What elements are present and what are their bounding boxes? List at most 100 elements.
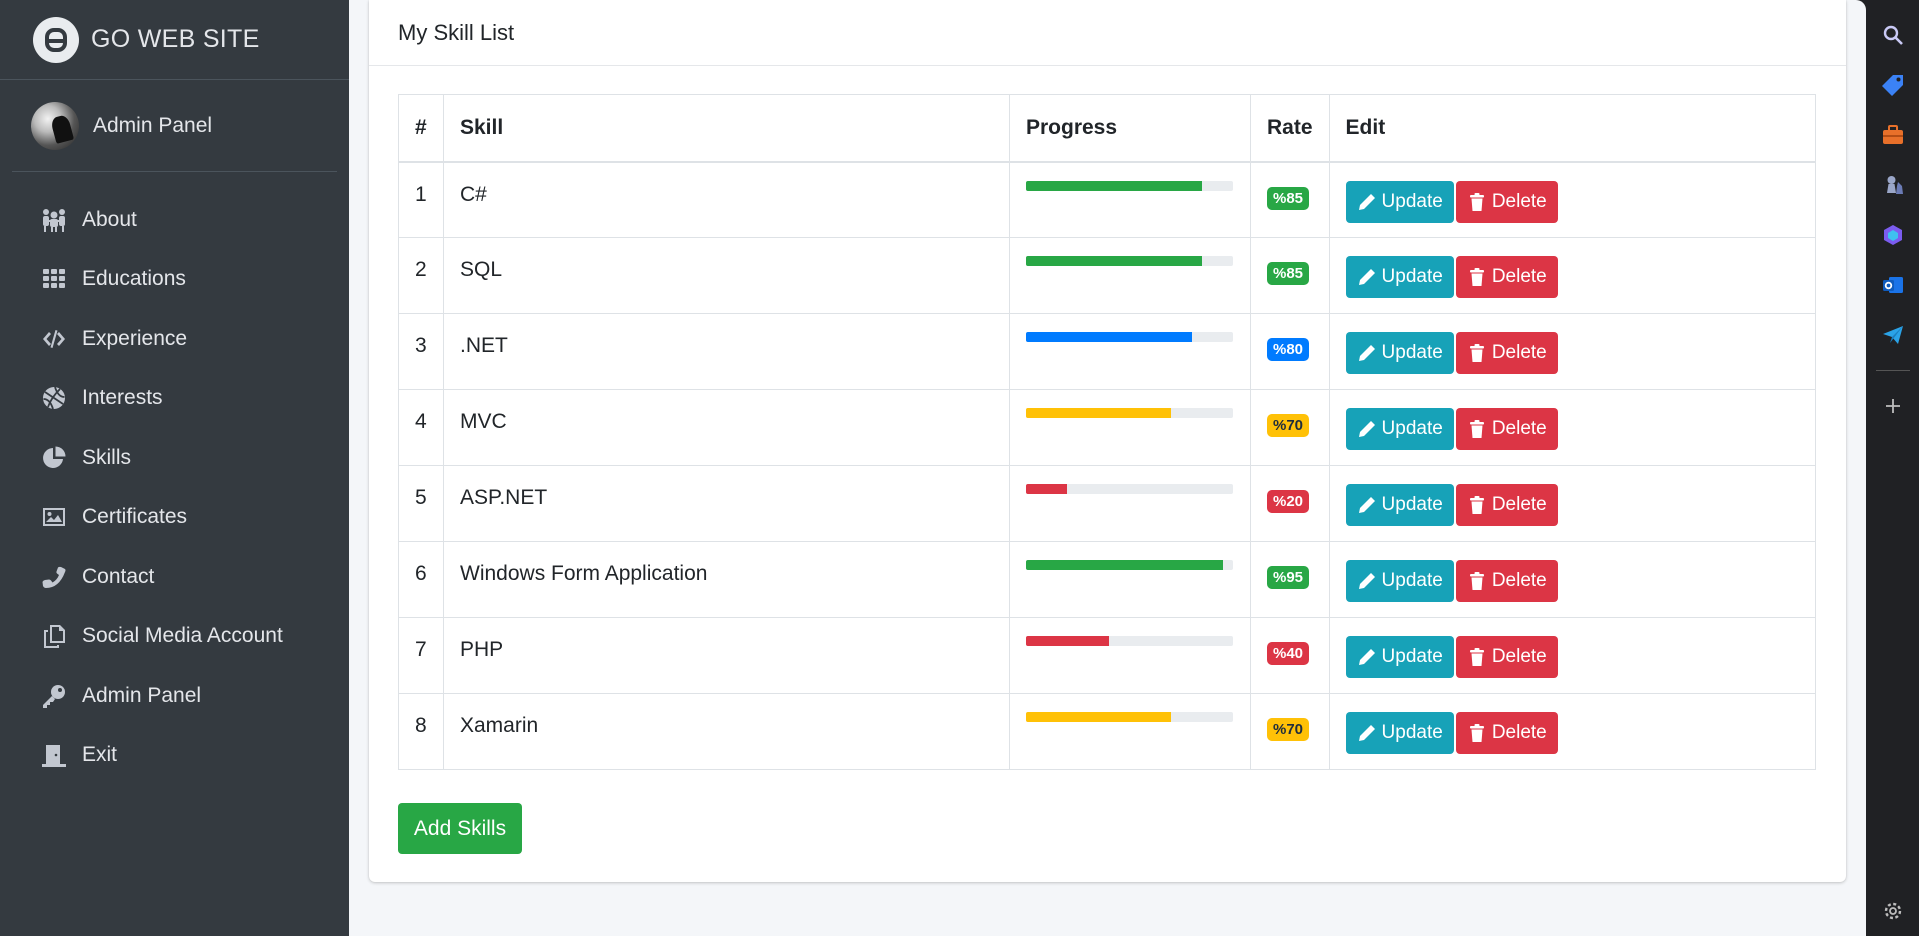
delete-button[interactable]: Delete — [1455, 484, 1558, 526]
sidebar-item-exit[interactable]: Exit — [12, 726, 337, 786]
tag-icon[interactable] — [1878, 70, 1908, 100]
image-icon — [40, 503, 68, 531]
sidebar-item-experience[interactable]: Experience — [12, 309, 337, 369]
update-button[interactable]: Update — [1345, 256, 1454, 298]
rate-cell: %70 — [1250, 693, 1330, 770]
column-header-skill: Skill — [443, 94, 1010, 163]
delete-button[interactable]: Delete — [1455, 636, 1558, 678]
rate-cell: %80 — [1250, 313, 1330, 390]
update-button[interactable]: Update — [1345, 484, 1454, 526]
update-button[interactable]: Update — [1345, 560, 1454, 602]
delete-button[interactable]: Delete — [1455, 256, 1558, 298]
sidebar-nav: About Educations Experience Interests Sk… — [0, 190, 349, 785]
sidebar-item-label: Certificates — [82, 505, 188, 529]
rate-badge: %70 — [1267, 414, 1310, 437]
sidebar-item-social-media[interactable]: Social Media Account — [12, 607, 337, 667]
sidebar-item-label: Exit — [82, 743, 118, 767]
delete-button[interactable]: Delete — [1455, 408, 1558, 450]
pencil-icon — [1357, 723, 1382, 743]
door-icon — [40, 741, 68, 769]
brand-title: GO WEB SITE — [91, 25, 260, 53]
update-label: Update — [1381, 342, 1443, 363]
rate-badge: %95 — [1267, 566, 1310, 589]
delete-label: Delete — [1491, 342, 1547, 363]
update-button[interactable]: Update — [1345, 636, 1454, 678]
update-label: Update — [1381, 494, 1443, 515]
add-skills-button[interactable]: Add Skills — [398, 803, 522, 854]
delete-button[interactable]: Delete — [1455, 180, 1558, 223]
row-index: 6 — [398, 541, 444, 618]
rate-badge: %70 — [1267, 718, 1310, 741]
outlook-icon[interactable] — [1878, 270, 1908, 300]
chess-icon[interactable] — [1878, 170, 1908, 200]
trash-icon — [1467, 723, 1492, 743]
edit-cell: Update Delete — [1328, 617, 1817, 694]
rate-badge: %20 — [1267, 490, 1310, 513]
pencil-icon — [1357, 192, 1382, 212]
table-row: 5 ASP.NET %20 Update Delete — [398, 465, 1817, 542]
edit-cell: Update Delete — [1328, 237, 1817, 314]
table-row: 1 C# %85 Update Delete — [398, 161, 1817, 238]
plus-icon[interactable] — [1878, 391, 1908, 421]
avatar — [31, 101, 79, 150]
pencil-icon — [1357, 267, 1382, 287]
column-header-progress: Progress — [1009, 94, 1251, 163]
update-label: Update — [1381, 266, 1443, 287]
progress-cell — [1009, 161, 1251, 238]
delete-label: Delete — [1491, 266, 1547, 287]
sidebar-item-contact[interactable]: Contact — [12, 547, 337, 607]
table-row: 6 Windows Form Application %95 Update Delete — [398, 541, 1817, 618]
progress-bar — [1026, 560, 1223, 570]
trash-icon — [1467, 343, 1492, 363]
sidebar-item-certificates[interactable]: Certificates — [12, 488, 337, 548]
row-index: 1 — [398, 161, 444, 238]
edit-cell: Update Delete — [1328, 161, 1817, 238]
key-icon — [40, 682, 68, 710]
delete-button[interactable]: Delete — [1455, 712, 1558, 754]
trash-icon — [1467, 192, 1492, 212]
skill-name: Windows Form Application — [443, 541, 1010, 618]
update-button[interactable]: Update — [1345, 712, 1454, 754]
skill-name: ASP.NET — [443, 465, 1010, 542]
trash-icon — [1467, 495, 1492, 515]
rate-cell: %85 — [1250, 237, 1330, 314]
brand-link[interactable]: GO WEB SITE — [0, 0, 349, 80]
progress-cell — [1009, 389, 1251, 466]
delete-button[interactable]: Delete — [1455, 332, 1558, 374]
delete-button[interactable]: Delete — [1455, 560, 1558, 602]
sidebar-item-label: Social Media Account — [82, 624, 283, 648]
sidebar-item-educations[interactable]: Educations — [12, 250, 337, 310]
row-index: 2 — [398, 237, 444, 314]
briefcase-icon[interactable] — [1878, 120, 1908, 150]
skill-name: PHP — [443, 617, 1010, 694]
update-button[interactable]: Update — [1345, 332, 1454, 374]
rate-cell: %95 — [1250, 541, 1330, 618]
settings-icon[interactable] — [1878, 896, 1908, 926]
delete-label: Delete — [1491, 418, 1547, 439]
edit-cell: Update Delete — [1328, 313, 1817, 390]
pencil-icon — [1357, 571, 1382, 591]
sidebar-item-skills[interactable]: Skills — [12, 428, 337, 488]
row-index: 8 — [398, 693, 444, 770]
progress-track — [1026, 484, 1233, 494]
copilot-icon[interactable] — [1878, 220, 1908, 250]
phone-icon — [40, 563, 68, 591]
sidebar-item-interests[interactable]: Interests — [12, 369, 337, 429]
user-panel[interactable]: Admin Panel — [12, 80, 337, 172]
grid-icon — [40, 265, 68, 293]
send-icon[interactable] — [1878, 320, 1908, 350]
update-button[interactable]: Update — [1345, 408, 1454, 450]
update-label: Update — [1381, 722, 1443, 743]
progress-cell — [1009, 465, 1251, 542]
sidebar-item-label: Interests — [82, 386, 163, 410]
trash-icon — [1467, 571, 1492, 591]
progress-cell — [1009, 237, 1251, 314]
row-index: 5 — [398, 465, 444, 542]
update-button[interactable]: Update — [1345, 180, 1454, 223]
delete-label: Delete — [1491, 190, 1547, 212]
sidebar-item-about[interactable]: About — [12, 190, 337, 250]
search-icon[interactable] — [1878, 20, 1908, 50]
table-row: 8 Xamarin %70 Update Delete — [398, 693, 1817, 770]
progress-track — [1026, 332, 1233, 342]
sidebar-item-admin-panel[interactable]: Admin Panel — [12, 666, 337, 726]
